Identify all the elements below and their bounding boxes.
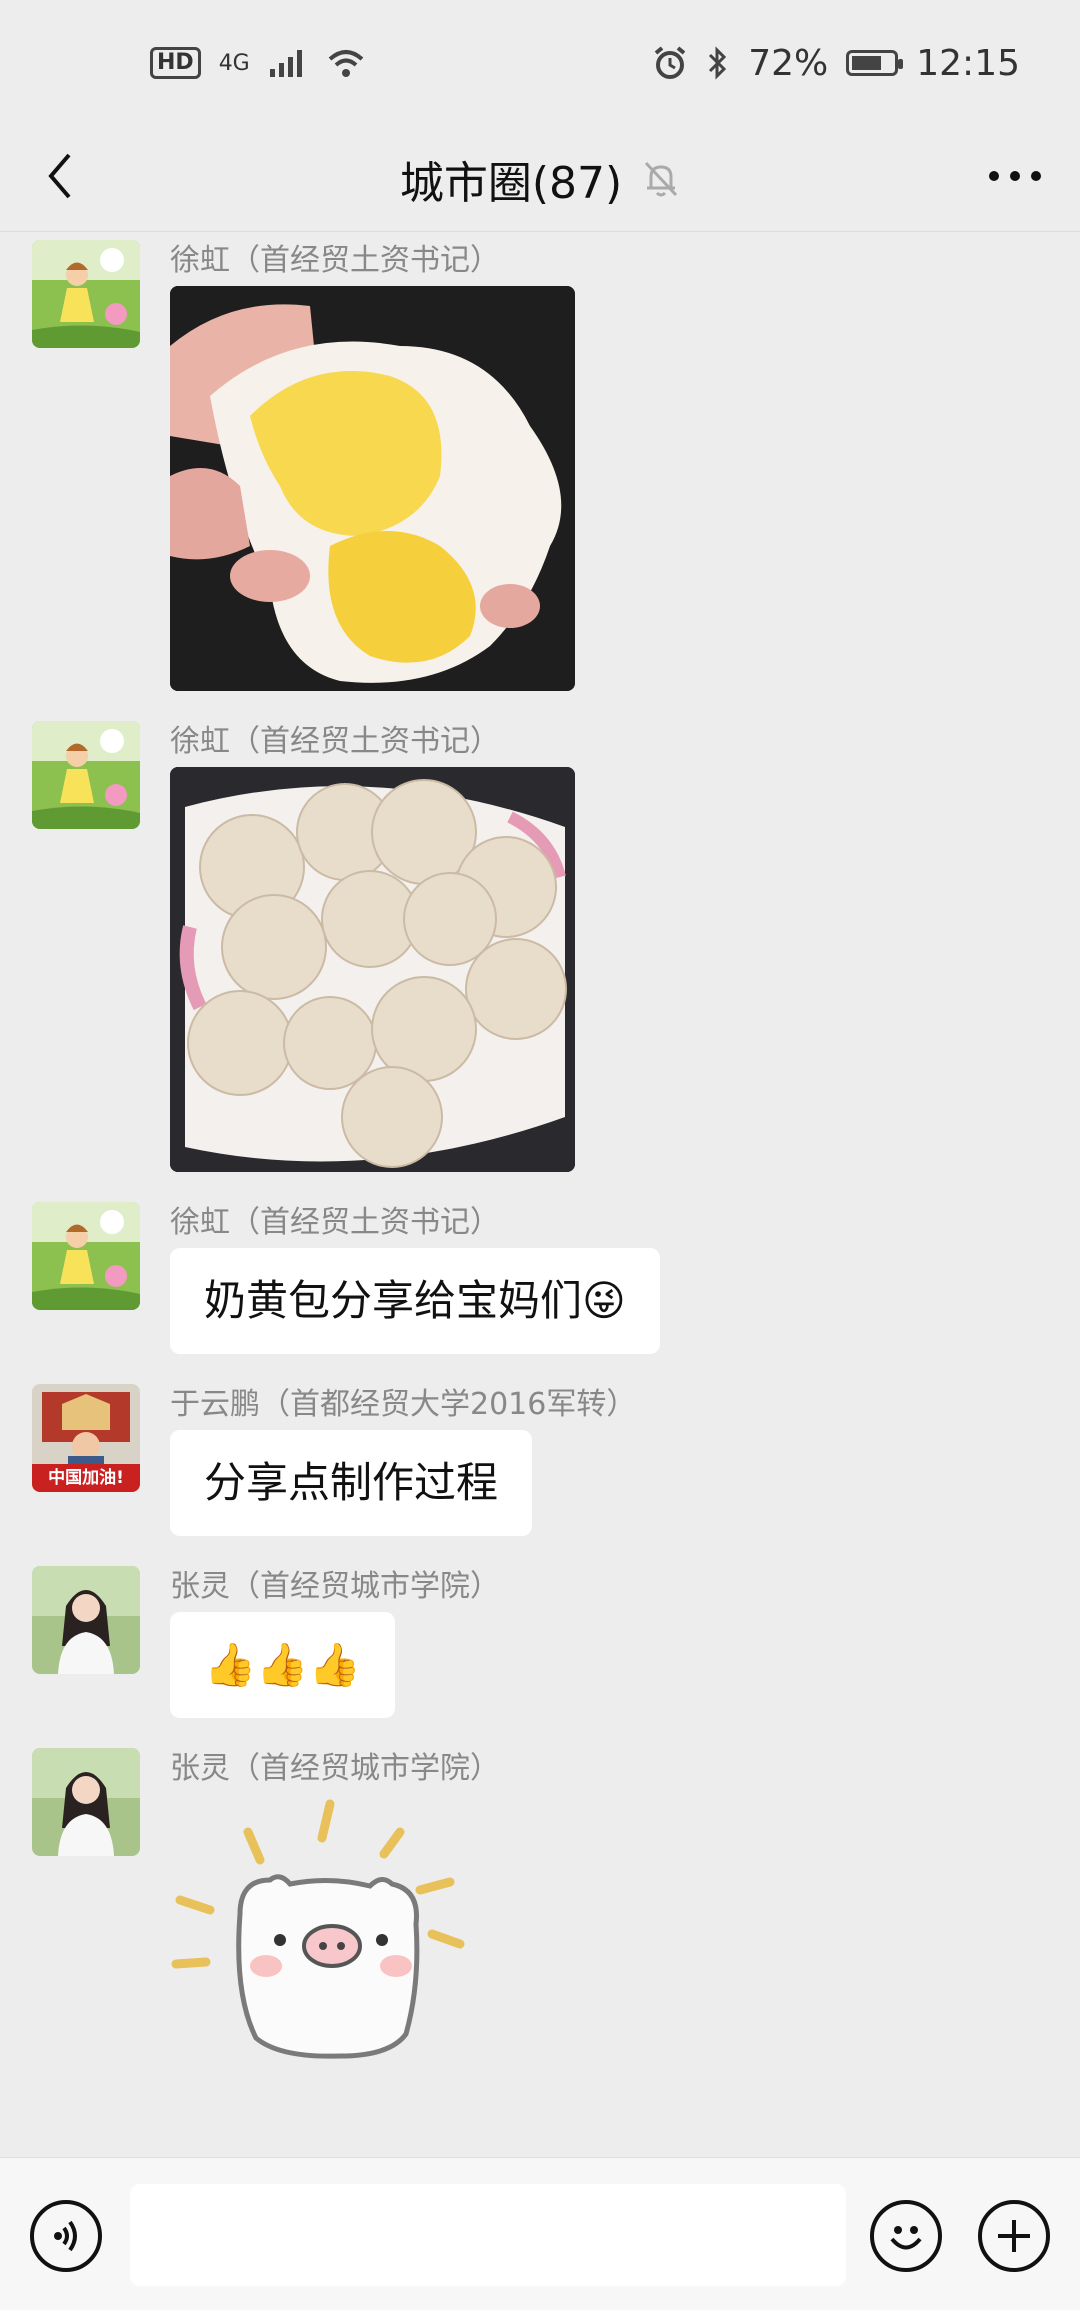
- emoji-button[interactable]: [870, 2200, 942, 2272]
- more-icon: [989, 171, 1041, 181]
- custard-bun-opened-photo[interactable]: [170, 286, 575, 691]
- avatar[interactable]: 中国加油!: [32, 1384, 140, 1492]
- alarm-icon: [654, 46, 686, 79]
- sender-name: 徐虹（首经贸土资书记）: [170, 1205, 500, 1240]
- message-item: 徐虹（首经贸土资书记）: [0, 721, 1080, 1172]
- bell-off-icon: [645, 161, 678, 196]
- avatar[interactable]: [32, 721, 140, 829]
- voice-button[interactable]: [30, 2200, 102, 2272]
- message-input[interactable]: [130, 2184, 846, 2286]
- message-item: 中国加油! 于云鹏（首都经贸大学2016军转） 分享点制作过程: [0, 1384, 1080, 1536]
- clock: 12:15: [916, 42, 1020, 84]
- avatar-cartoon-girl: [32, 1202, 140, 1310]
- message-body: 张灵（首经贸城市学院）: [170, 1748, 510, 2064]
- plus-icon: [998, 2220, 1030, 2252]
- avatar[interactable]: [32, 1748, 140, 1856]
- title-wrap: 城市圈(87): [400, 147, 680, 211]
- avatar-cartoon-girl: [32, 721, 140, 829]
- message-body: 徐虹（首经贸土资书记）: [170, 240, 575, 691]
- message-body: 徐虹（首经贸土资书记）: [170, 721, 575, 1172]
- plus-button[interactable]: [978, 2200, 1050, 2272]
- signal-icon: [269, 50, 302, 77]
- sender-name: 徐虹（首经贸土资书记）: [170, 243, 500, 278]
- avatar[interactable]: [32, 1566, 140, 1674]
- message-bubble[interactable]: 👍👍👍: [170, 1612, 395, 1718]
- network-type: 4G: [218, 50, 250, 76]
- status-bar: HD 4G 72% 12:15: [0, 0, 1080, 126]
- sender-name: 徐虹（首经贸土资书记）: [170, 724, 500, 759]
- avatar[interactable]: [32, 240, 140, 348]
- avatar[interactable]: [32, 1202, 140, 1310]
- message-item: 徐虹（首经贸土资书记）: [0, 240, 1080, 691]
- chat-header: 城市圈(87): [0, 126, 1080, 232]
- message-body: 于云鹏（首都经贸大学2016军转） 分享点制作过程: [170, 1384, 636, 1536]
- voice-icon: [54, 2220, 77, 2252]
- avatar-caption: 中国加油!: [48, 1468, 124, 1488]
- chat-title: 城市圈(87): [399, 157, 623, 209]
- message-bubble[interactable]: 分享点制作过程: [170, 1430, 533, 1536]
- input-bar: [0, 2157, 1080, 2310]
- hd-badge: HD: [150, 47, 201, 79]
- sender-name: 张灵（首经贸城市学院）: [170, 1569, 500, 1604]
- message-item: 张灵（首经贸城市学院）: [0, 1748, 1080, 2064]
- message-item: 张灵（首经贸城市学院） 👍👍👍: [0, 1566, 1080, 1718]
- status-bar-right: 72% 12:15: [652, 43, 1020, 84]
- message-body: 张灵（首经贸城市学院） 👍👍👍: [170, 1566, 500, 1718]
- back-button[interactable]: [30, 146, 90, 206]
- wifi-icon: [328, 50, 364, 77]
- avatar-photo-woman: [32, 1566, 140, 1674]
- battery-percent: 72%: [748, 42, 829, 84]
- avatar-cartoon-girl: [32, 240, 140, 348]
- steamed-buns-plate-photo[interactable]: [170, 767, 575, 1172]
- message-item: 徐虹（首经贸土资书记） 奶黄包分享给宝妈们😜: [0, 1202, 1080, 1354]
- battery-icon: [846, 50, 904, 76]
- sender-name: 张灵（首经贸城市学院）: [170, 1751, 500, 1786]
- message-list[interactable]: 徐虹（首经贸土资书记） 徐虹（首经贸土资书记） 徐虹（首经贸土资书记） 奶黄包分…: [0, 232, 1080, 2157]
- more-button[interactable]: [980, 146, 1050, 206]
- message-bubble[interactable]: 奶黄包分享给宝妈们😜: [170, 1248, 660, 1354]
- emoji-icon: [890, 2226, 922, 2250]
- status-bar-left: HD 4G: [150, 47, 366, 79]
- message-body: 徐虹（首经贸土资书记） 奶黄包分享给宝妈们😜: [170, 1202, 660, 1354]
- sender-name: 于云鹏（首都经贸大学2016军转）: [170, 1387, 637, 1422]
- avatar-photo-woman: [32, 1748, 140, 1856]
- chevron-left-icon: [48, 153, 71, 199]
- battery-fill: [852, 56, 882, 70]
- piggy-sticker[interactable]: [170, 1794, 510, 2064]
- bluetooth-icon: [709, 46, 727, 80]
